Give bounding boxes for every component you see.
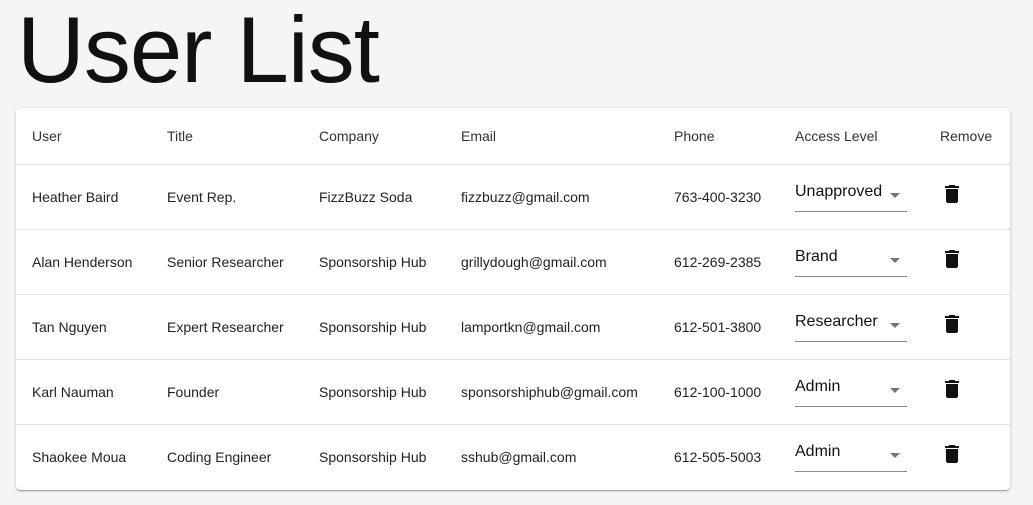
access-level-cell: Unapproved [779, 164, 924, 230]
user-phone-cell: 612-269-2385 [658, 229, 779, 295]
remove-user-button[interactable] [940, 312, 964, 336]
user-name-cell: Tan Nguyen [16, 294, 151, 360]
user-title-cell: Senior Researcher [151, 229, 303, 295]
user-name-cell: Shaokee Moua [32, 449, 127, 465]
table-row: Alan Henderson Senior Researcher Sponsor… [16, 229, 1010, 295]
access-level-cell: Researcher [779, 294, 924, 360]
remove-cell [924, 294, 1010, 360]
remove-cell [924, 164, 1010, 230]
trash-icon [945, 379, 959, 398]
access-level-cell: Brand [779, 229, 924, 295]
remove-user-button[interactable] [940, 182, 964, 206]
access-level-cell: Admin [779, 359, 924, 425]
table-row: Tan Nguyen Expert Researcher Sponsorship… [16, 294, 1010, 360]
user-table: User Title Company Email Phone Access Le… [16, 108, 1010, 489]
column-header-user: User [16, 108, 151, 165]
user-company-cell: Sponsorship Hub [319, 449, 427, 465]
user-email-cell: sshub@gmail.com [461, 449, 577, 465]
column-header-title: Title [151, 108, 303, 165]
remove-cell [924, 425, 1010, 490]
remove-cell [924, 359, 1010, 425]
remove-cell [924, 229, 1010, 295]
access-level-select[interactable]: Admin [795, 375, 907, 407]
access-level-select[interactable]: Researcher [795, 310, 907, 342]
access-level-select[interactable]: Brand [795, 245, 907, 277]
table-header-row: User Title Company Email Phone Access Le… [16, 108, 1010, 165]
user-email-cell: grillydough@gmail.com [445, 229, 658, 295]
user-email-cell: fizzbuzz@gmail.com [445, 164, 658, 230]
access-level-value: Researcher [795, 312, 878, 330]
user-phone-cell: 612-501-3800 [658, 294, 779, 360]
remove-user-button[interactable] [940, 377, 964, 401]
user-phone-cell: 612-505-5003 [674, 449, 762, 465]
column-header-remove: Remove [924, 108, 1010, 165]
trash-icon [945, 314, 959, 333]
arrow-drop-down-icon [890, 387, 900, 393]
user-name-cell: Heather Baird [16, 164, 151, 230]
table-row: Heather Baird Event Rep. FizzBuzz Soda f… [16, 164, 1010, 230]
user-phone-cell: 763-400-3230 [658, 164, 779, 230]
trash-icon [945, 184, 959, 203]
user-name-cell: Karl Nauman [16, 359, 151, 425]
column-header-company: Company [303, 108, 445, 165]
user-email-cell: lamportkn@gmail.com [445, 294, 658, 360]
user-title-cell: Event Rep. [151, 164, 303, 230]
column-header-phone: Phone [658, 108, 779, 165]
remove-user-button[interactable] [940, 442, 964, 466]
user-email-cell: sponsorshiphub@gmail.com [445, 359, 658, 425]
user-title-cell: Expert Researcher [151, 294, 303, 360]
arrow-drop-down-icon [890, 192, 900, 198]
user-table-card: User Title Company Email Phone Access Le… [16, 108, 1010, 490]
user-company-cell: Sponsorship Hub [303, 229, 445, 295]
arrow-drop-down-icon [890, 322, 900, 328]
access-level-value: Unapproved [795, 182, 883, 200]
trash-icon [945, 444, 959, 463]
user-title-cell: Founder [151, 359, 303, 425]
remove-user-button[interactable] [940, 247, 964, 271]
table-row: Shaokee Moua Coding Engineer Sponsorship… [16, 425, 1010, 490]
trash-icon [945, 249, 959, 268]
user-phone-cell: 612-100-1000 [658, 359, 779, 425]
access-level-cell: Admin [779, 425, 924, 490]
user-company-cell: Sponsorship Hub [303, 294, 445, 360]
arrow-drop-down-icon [890, 257, 900, 263]
user-title-cell: Coding Engineer [167, 449, 272, 465]
user-name-cell: Alan Henderson [16, 229, 151, 295]
column-header-access-level: Access Level [779, 108, 924, 165]
column-header-email: Email [445, 108, 658, 165]
page-title: User List [17, 0, 380, 102]
access-level-value: Admin [795, 442, 841, 460]
access-level-value: Admin [795, 377, 841, 395]
user-company-cell: FizzBuzz Soda [303, 164, 445, 230]
user-company-cell: Sponsorship Hub [303, 359, 445, 425]
access-level-select[interactable]: Admin [795, 440, 907, 472]
access-level-value: Brand [795, 247, 838, 265]
access-level-select[interactable]: Unapproved [795, 180, 907, 212]
arrow-drop-down-icon [890, 452, 900, 458]
table-row: Karl Nauman Founder Sponsorship Hub spon… [16, 359, 1010, 425]
